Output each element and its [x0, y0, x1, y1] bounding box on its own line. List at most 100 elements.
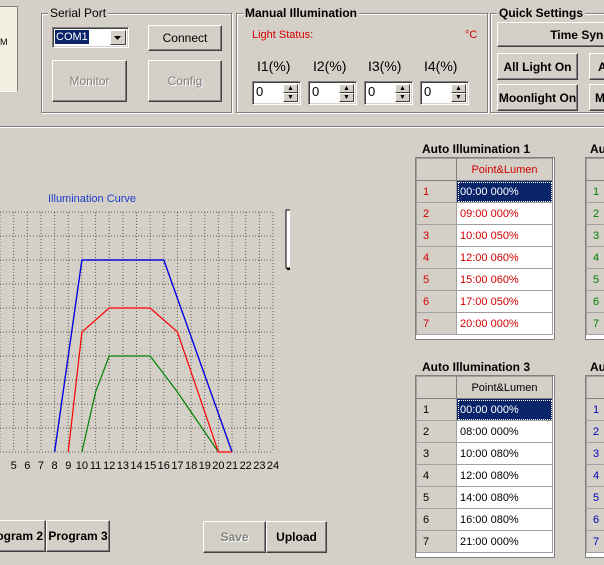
row-number: 1	[416, 180, 457, 203]
spin-down-icon[interactable]: ▼	[395, 93, 410, 102]
time-sync-button[interactable]: Time Sync	[497, 22, 604, 47]
grid-cell[interactable]: 12:00 080%	[456, 464, 553, 487]
x-tick-label: 13	[117, 460, 129, 472]
spin-up-icon[interactable]: ▲	[395, 84, 410, 93]
grid-cell[interactable]: 21:00 000%	[456, 530, 553, 553]
section-separator	[0, 126, 604, 128]
grid-cell[interactable]: 17:00 050%	[456, 290, 553, 313]
all-light-off-label: A	[598, 60, 604, 74]
table-row[interactable]: 6 16:00 080%	[416, 508, 553, 531]
row-number: 6	[586, 290, 604, 313]
spin-down-icon[interactable]: ▼	[339, 93, 354, 102]
auto-illumination-4-grid[interactable]: 1 2 3 4 5 6 7	[585, 375, 604, 558]
row-number: 7	[586, 530, 604, 553]
x-tick-label: 5	[11, 460, 17, 472]
channel2-spinner[interactable]: 0 ▲ ▼	[308, 81, 357, 105]
table-row[interactable]: 6 17:00 050%	[416, 290, 553, 313]
spin-up-icon[interactable]: ▲	[339, 84, 354, 93]
table-row[interactable]: 5	[586, 268, 604, 291]
spin-up-icon[interactable]: ▲	[451, 84, 466, 93]
x-tick-label: 24	[267, 460, 279, 472]
chart-legend	[285, 209, 290, 269]
table-row[interactable]: 4	[586, 246, 604, 269]
program3-button[interactable]: Program 3	[46, 520, 110, 552]
table-row[interactable]: 7	[586, 530, 604, 553]
x-tick-label: 15	[144, 460, 156, 472]
table-row[interactable]: 3 10:00 080%	[416, 442, 553, 465]
grid-cell[interactable]: 16:00 080%	[456, 508, 553, 531]
x-tick-label: 8	[52, 460, 58, 472]
all-light-off-button[interactable]: A	[589, 53, 604, 80]
program2-button[interactable]: Program 2	[0, 520, 46, 552]
table-row[interactable]: 4	[586, 464, 604, 487]
row-number: 7	[416, 312, 457, 335]
grid-cell[interactable]: 12:00 060%	[456, 246, 553, 269]
table-row[interactable]: 3	[586, 442, 604, 465]
monitor-button[interactable]: Monitor	[52, 60, 127, 102]
table-row[interactable]: 1 00:00 000%	[416, 180, 553, 203]
grid-corner	[416, 376, 457, 399]
spin-up-icon[interactable]: ▲	[283, 84, 298, 93]
illumination-chart: 56789101112131415161718192021222324Illum…	[0, 209, 290, 472]
moonlight-on-button[interactable]: Moonlight On	[497, 84, 578, 111]
auto-illumination-2-grid[interactable]: 1 2 3 4 5 6 7	[585, 157, 604, 340]
auto-illumination-1-grid[interactable]: Point&Lumen 1 00:00 000% 2 09:00 000% 3 10:…	[415, 157, 555, 340]
table-row[interactable]: 2 08:00 000%	[416, 420, 553, 443]
table-row[interactable]: 3	[586, 224, 604, 247]
grid-cell[interactable]: 10:00 050%	[456, 224, 553, 247]
table-row[interactable]: 5 15:00 060%	[416, 268, 553, 291]
channel4-label: I4(%)	[424, 58, 458, 74]
x-tick-label: 19	[199, 460, 211, 472]
table-row[interactable]: 2	[586, 202, 604, 225]
grid-cell[interactable]: 00:00 000%	[456, 180, 553, 203]
table-row[interactable]: 5 14:00 080%	[416, 486, 553, 509]
config-button[interactable]: Config	[148, 60, 222, 102]
grid-corner	[416, 158, 457, 181]
save-button[interactable]: Save	[203, 521, 266, 553]
table-row[interactable]: 1	[586, 398, 604, 421]
grid-cell[interactable]: 20:00 000%	[456, 312, 553, 335]
grid-header: Point&Lumen	[456, 376, 553, 399]
table-row[interactable]: 7	[586, 312, 604, 335]
x-tick-label: 16	[158, 460, 170, 472]
table-row[interactable]: 7 20:00 000%	[416, 312, 553, 335]
table-row[interactable]: 2 09:00 000%	[416, 202, 553, 225]
channel4-spinner[interactable]: 0 ▲ ▼	[420, 81, 469, 105]
grid-cell[interactable]: 14:00 080%	[456, 486, 553, 509]
channel3-value: 0	[368, 84, 376, 99]
spin-down-icon[interactable]: ▼	[283, 93, 298, 102]
x-tick-label: 12	[103, 460, 115, 472]
table-row[interactable]: 3 10:00 050%	[416, 224, 553, 247]
table-row[interactable]: 4 12:00 060%	[416, 246, 553, 269]
grid-cell[interactable]: 00:00 000%	[456, 398, 553, 421]
grid-cell[interactable]: 08:00 000%	[456, 420, 553, 443]
channel1-spinner[interactable]: 0 ▲ ▼	[252, 81, 301, 105]
chevron-down-icon[interactable]	[110, 30, 126, 45]
quick-settings-title: Quick Settings	[497, 6, 586, 20]
grid-cell[interactable]: 09:00 000%	[456, 202, 553, 225]
upload-button[interactable]: Upload	[266, 521, 327, 553]
x-tick-label: 10	[76, 460, 88, 472]
auto-illumination-1-title: Auto Illumination 1	[420, 142, 532, 156]
table-row[interactable]: 1	[586, 180, 604, 203]
moonlight-off-button[interactable]: M	[589, 84, 604, 111]
connect-button[interactable]: Connect	[148, 25, 222, 51]
grid-cell[interactable]: 10:00 080%	[456, 442, 553, 465]
table-row[interactable]: 4 12:00 080%	[416, 464, 553, 487]
auto-illumination-3-grid[interactable]: Point&Lumen 1 00:00 000% 2 08:00 000% 3 10:…	[415, 375, 555, 558]
table-row[interactable]: 1 00:00 000%	[416, 398, 553, 421]
grid-cell[interactable]: 15:00 060%	[456, 268, 553, 291]
spin-down-icon[interactable]: ▼	[451, 93, 466, 102]
port-select[interactable]: COM1	[52, 27, 129, 48]
channel3-spinner[interactable]: 0 ▲ ▼	[364, 81, 413, 105]
serial-port-title: Serial Port	[48, 6, 109, 20]
row-number: 1	[586, 180, 604, 203]
all-light-on-button[interactable]: All Light On	[497, 53, 578, 80]
table-row[interactable]: 5	[586, 486, 604, 509]
table-row[interactable]: 6	[586, 290, 604, 313]
table-row[interactable]: 2	[586, 420, 604, 443]
table-row[interactable]: 7 21:00 000%	[416, 530, 553, 553]
x-tick-label: 23	[253, 460, 265, 472]
row-number: 6	[586, 508, 604, 531]
table-row[interactable]: 6	[586, 508, 604, 531]
